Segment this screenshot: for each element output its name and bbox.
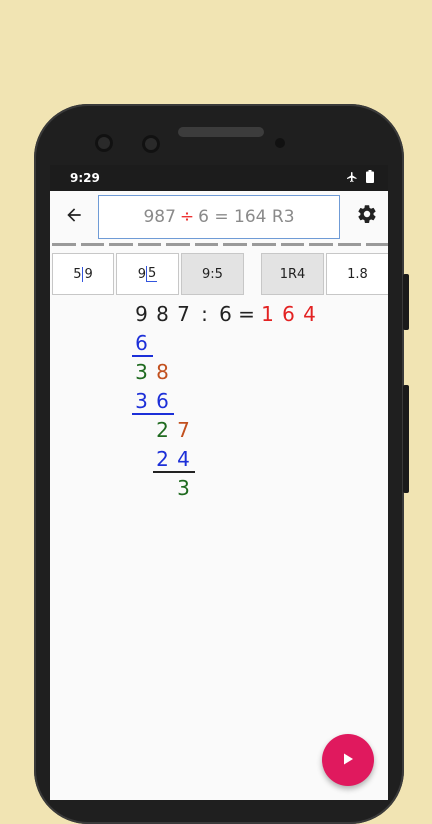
app-screen: 9:29 987 ÷ 6 = 164 R3 5 9 9 5 9:5 1R4 1.… xyxy=(50,165,388,800)
mode-2-left: 9 xyxy=(137,266,146,282)
mode-long-division-left[interactable]: 59 xyxy=(52,253,114,295)
remainder-digit: 3 xyxy=(177,476,190,500)
phone-sensor xyxy=(142,135,160,153)
status-bar: 9:29 xyxy=(50,165,388,191)
subtrahend-digit: 4 xyxy=(177,447,190,471)
mode-remainder[interactable]: 1R4 xyxy=(261,253,324,295)
brought-down-digit: 7 xyxy=(177,418,190,442)
expression-dividend: 987 xyxy=(143,207,176,227)
expression-input[interactable]: 987 ÷ 6 = 164 R3 xyxy=(98,195,340,239)
play-button[interactable] xyxy=(322,734,374,786)
mode-long-division-right[interactable]: 95 xyxy=(116,253,179,295)
quotient-digit: 6 xyxy=(282,302,295,326)
final-remainder: 3 xyxy=(173,474,194,502)
divider-dashes xyxy=(50,243,388,247)
subtrahend-digit: 3 xyxy=(135,389,148,413)
divisor-digit: 6 xyxy=(219,302,232,326)
step1-subtrahend: 6 xyxy=(131,329,152,357)
status-icons xyxy=(346,170,374,186)
step3-underline xyxy=(153,471,195,473)
mode-5-label: 1.8 xyxy=(347,266,368,282)
mode-2-right: 5 xyxy=(146,266,158,282)
battery-icon xyxy=(366,170,374,186)
dividend-digit: 9 xyxy=(135,302,148,326)
status-time: 9:29 xyxy=(70,171,100,185)
mode-selector: 59 95 9:5 1R4 1.8 xyxy=(52,253,388,297)
equals-sign: = xyxy=(238,302,255,326)
mode-4-label: 1R4 xyxy=(279,266,306,282)
mode-decimal[interactable]: 1.8 xyxy=(326,253,388,295)
step1-remainder: 38 xyxy=(131,358,173,386)
mode-1-right: 9 xyxy=(81,266,93,282)
remainder-digit: 3 xyxy=(135,360,148,384)
subtrahend-digit: 6 xyxy=(156,389,169,413)
app-toolbar: 987 ÷ 6 = 164 R3 xyxy=(50,191,388,245)
step1-underline xyxy=(132,355,153,357)
step2-subtrahend: 36 xyxy=(131,387,173,415)
expression-rest: 6 = 164 R3 xyxy=(198,207,295,227)
power-button xyxy=(403,274,409,330)
remainder-digit: 2 xyxy=(156,418,169,442)
phone-camera xyxy=(95,134,113,152)
mode-1-left: 5 xyxy=(73,266,82,282)
mode-3-label: 9:5 xyxy=(202,266,223,282)
quotient-digit: 1 xyxy=(261,302,274,326)
step3-subtrahend: 24 xyxy=(152,445,194,473)
back-button[interactable] xyxy=(62,205,86,229)
play-icon xyxy=(341,751,355,770)
arrow-left-icon xyxy=(64,205,84,229)
subtrahend-digit: 2 xyxy=(156,447,169,471)
phone-dot xyxy=(275,138,285,148)
mode-colon[interactable]: 9:5 xyxy=(181,253,244,295)
division-header: 9 8 7:6 = 1 6 4 xyxy=(131,300,320,328)
expression-operator: ÷ xyxy=(179,207,195,227)
airplane-icon xyxy=(346,171,358,186)
brought-down-digit: 8 xyxy=(156,360,169,384)
volume-button xyxy=(403,385,409,493)
gear-icon xyxy=(356,203,378,229)
dividend-digit: 8 xyxy=(156,302,169,326)
division-colon: : xyxy=(201,302,208,326)
dividend-digit: 7 xyxy=(177,302,190,326)
step2-remainder: 27 xyxy=(152,416,194,444)
phone-speaker xyxy=(178,127,264,137)
settings-button[interactable] xyxy=(355,204,379,228)
quotient-digit: 4 xyxy=(303,302,316,326)
step2-underline xyxy=(132,413,174,415)
subtrahend-digit: 6 xyxy=(135,331,148,355)
